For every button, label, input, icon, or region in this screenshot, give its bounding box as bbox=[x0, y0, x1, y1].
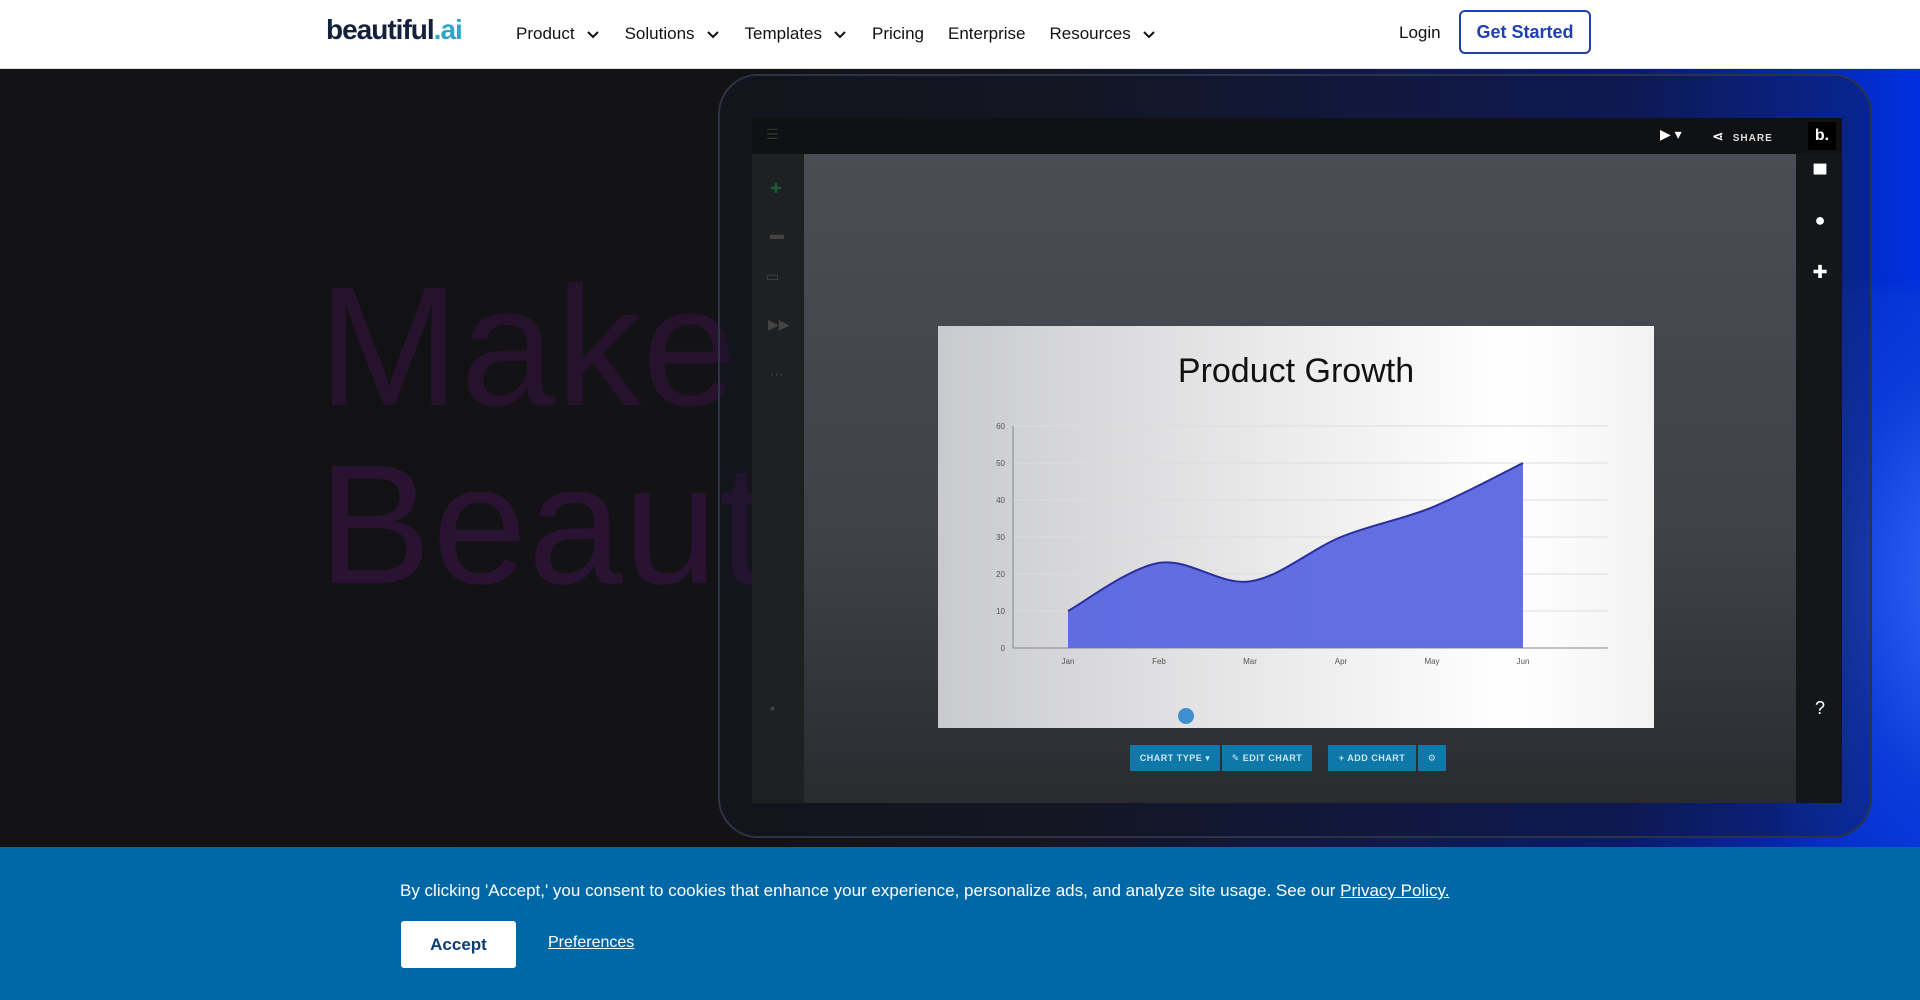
slide-icon[interactable]: ▭ bbox=[766, 268, 779, 285]
y-tick-label: 50 bbox=[996, 459, 1005, 468]
add-element-icon[interactable]: ✚ bbox=[770, 180, 782, 197]
logo-text: beautiful bbox=[326, 14, 435, 45]
series-area bbox=[1068, 463, 1523, 648]
drag-handle[interactable] bbox=[1178, 708, 1194, 724]
nav-item-label: Product bbox=[516, 24, 575, 43]
cookie-text: By clicking 'Accept,' you consent to coo… bbox=[400, 881, 1341, 900]
x-tick-label: May bbox=[1424, 657, 1439, 666]
chart-type-button[interactable]: CHART TYPE ▾ bbox=[1130, 745, 1220, 771]
chevron-down-icon bbox=[834, 31, 846, 39]
share-button[interactable]: ⋖ SHARE bbox=[1712, 128, 1773, 145]
site-logo[interactable]: beautiful.ai bbox=[326, 14, 463, 46]
y-tick-label: 40 bbox=[996, 496, 1005, 505]
menu-icon: ☰ bbox=[766, 126, 779, 142]
nav-item-templates[interactable]: Templates bbox=[745, 24, 848, 44]
layout-icon[interactable]: ▬ bbox=[770, 226, 784, 242]
x-tick-label: Mar bbox=[1243, 657, 1257, 666]
accept-button[interactable]: Accept bbox=[401, 921, 516, 968]
y-tick-label: 20 bbox=[996, 570, 1005, 579]
comments-icon[interactable]: ▀ bbox=[1808, 164, 1832, 188]
preferences-link[interactable]: Preferences bbox=[548, 934, 634, 952]
top-navigation: beautiful.ai Product Solutions Templates Pr… bbox=[0, 0, 1920, 69]
nav-item-label: Templates bbox=[744, 24, 823, 43]
chevron-down-icon bbox=[706, 31, 719, 39]
cookie-banner: By clicking 'Accept,' you consent to coo… bbox=[0, 847, 1920, 1000]
nav-item-label: Resources bbox=[1049, 24, 1131, 43]
y-tick-label: 60 bbox=[996, 422, 1005, 431]
user-icon[interactable]: ● bbox=[1808, 210, 1832, 234]
brand-badge: b. bbox=[1808, 122, 1836, 150]
nav-item-label: Enterprise bbox=[947, 24, 1026, 43]
area-chart: 0 10 20 30 40 50 60 Jan Feb Mar Apr May Jun bbox=[996, 422, 1608, 666]
chart-settings-icon[interactable]: ⚙ bbox=[1418, 745, 1446, 771]
help-icon[interactable]: ? bbox=[1808, 698, 1832, 722]
share-icon: ⋖ bbox=[1712, 128, 1725, 144]
chart-toolbar-left: CHART TYPE ▾ ✎ EDIT CHART bbox=[1130, 745, 1314, 771]
add-user-icon[interactable]: ✚ bbox=[1808, 262, 1832, 286]
edit-chart-button[interactable]: ✎ EDIT CHART bbox=[1222, 745, 1312, 771]
nav-item-pricing[interactable]: Pricing bbox=[872, 24, 924, 44]
y-tick-label: 0 bbox=[1001, 644, 1006, 653]
nav-item-resources[interactable]: Resources bbox=[1049, 24, 1156, 44]
logo-suffix: .ai bbox=[433, 14, 463, 45]
comment-icon[interactable]: ▪ bbox=[770, 700, 775, 716]
chart-toolbar-right: + ADD CHART ⚙ bbox=[1328, 745, 1448, 771]
nav-item-label: Solutions bbox=[624, 24, 695, 43]
x-tick-label: Feb bbox=[1152, 657, 1166, 666]
animate-icon[interactable]: ▶▶ bbox=[768, 316, 790, 333]
login-link[interactable]: Login bbox=[1399, 23, 1441, 43]
chevron-down-icon bbox=[1143, 31, 1155, 39]
more-icon[interactable]: ⋯ bbox=[770, 366, 784, 383]
y-tick-label: 30 bbox=[996, 533, 1005, 542]
nav-item-enterprise[interactable]: Enterprise bbox=[948, 24, 1025, 44]
app-left-toolbar: ✚ ▬ ▭ ▶▶ ⋯ ▪ bbox=[752, 154, 804, 803]
x-tick-label: Jan bbox=[1062, 657, 1075, 666]
play-icon[interactable]: ▶ ▾ bbox=[1660, 126, 1682, 143]
nav-item-solutions[interactable]: Solutions bbox=[625, 24, 721, 44]
main-menu: Product Solutions Templates Pricing Enterpri… bbox=[516, 0, 1181, 68]
share-label: SHARE bbox=[1732, 133, 1773, 144]
x-tick-label: Jun bbox=[1517, 657, 1530, 666]
nav-item-product[interactable]: Product bbox=[516, 24, 601, 44]
slide-title: Product Growth bbox=[1177, 352, 1415, 390]
x-tick-label: Apr bbox=[1335, 657, 1348, 666]
privacy-policy-link[interactable]: Privacy Policy. bbox=[1340, 881, 1449, 900]
y-tick-label: 10 bbox=[996, 607, 1005, 616]
chevron-down-icon bbox=[586, 31, 599, 39]
nav-item-label: Pricing bbox=[872, 24, 924, 43]
get-started-button[interactable]: Get Started bbox=[1459, 10, 1591, 54]
chart-slide[interactable]: Product Growth 0 10 20 30 40 50 60 Jan Feb Mar Apr… bbox=[938, 326, 1654, 728]
add-chart-button[interactable]: + ADD CHART bbox=[1328, 745, 1416, 771]
cookie-message: By clicking 'Accept,' you consent to coo… bbox=[400, 881, 1449, 901]
app-right-toolbar: ▀ ● ✚ ? bbox=[1796, 154, 1842, 803]
app-topbar: ☰ ▶ ▾ ⋖ SHARE b. bbox=[752, 118, 1842, 154]
